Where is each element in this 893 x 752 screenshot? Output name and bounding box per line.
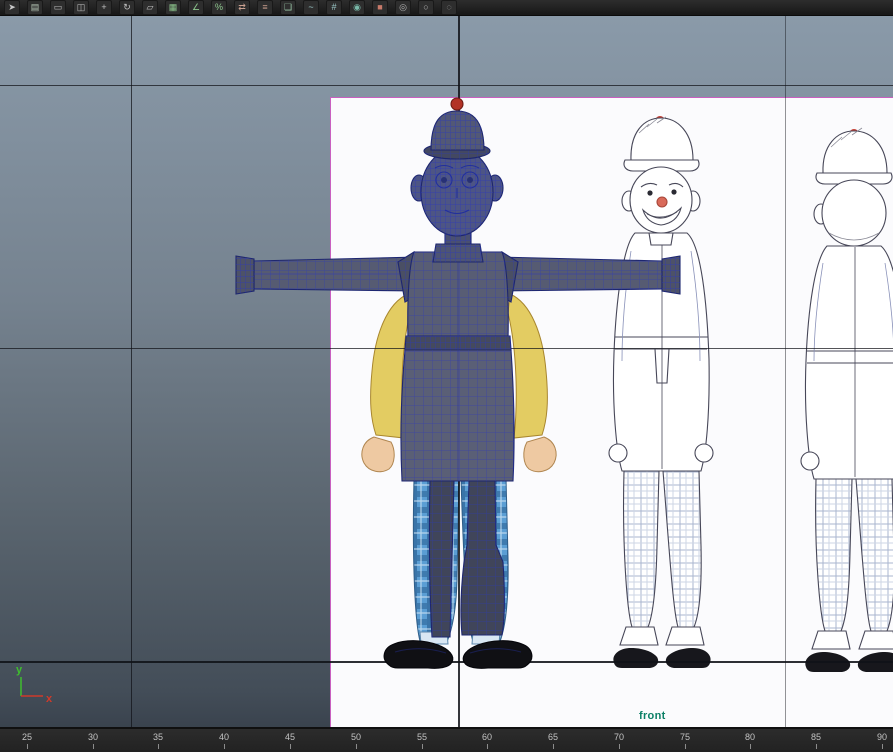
timeline-tick-label: 30	[87, 732, 99, 742]
timeline-tick-mark	[355, 744, 357, 749]
axis-y-label: y	[16, 664, 23, 676]
render-setup-icon[interactable]: ■	[372, 0, 388, 15]
timeline-tick-mark	[157, 744, 159, 749]
timeline-tick: 35	[153, 732, 163, 749]
timeline-ruler[interactable]: 25 30 35 40 45 50 55 60 65 70 75 80 85 9…	[0, 727, 893, 752]
timeline-tick-label: 40	[218, 732, 230, 742]
pivot-icon[interactable]: ◎	[395, 0, 411, 15]
snap-toggle-icon[interactable]: ▦	[165, 0, 181, 15]
timeline-tick: 25	[22, 732, 32, 749]
timeline-tick-mark	[881, 744, 883, 749]
lock-selection-icon[interactable]: ○	[418, 0, 434, 15]
move-icon[interactable]: +	[96, 0, 112, 15]
app-window: ➤ ▤ ▭ ◫ + ↻ ▱ ▦ ∠% ⇄ ≡ ❏ ~ # ◉ ■ ◎ ○ ◌ f…	[0, 0, 893, 752]
timeline-tick-label: 65	[547, 732, 559, 742]
timeline-tick-mark	[815, 744, 817, 749]
model-mesh	[235, 97, 681, 669]
material-editor-icon[interactable]: ◉	[349, 0, 365, 15]
layer-manager-icon[interactable]: ❏	[280, 0, 296, 15]
timeline-tick: 45	[285, 732, 295, 749]
axis-x-label: x	[46, 693, 53, 705]
timeline-tick-label: 60	[481, 732, 493, 742]
timeline-tick-mark	[421, 744, 423, 749]
timeline-tick-mark	[749, 744, 751, 749]
timeline-tick-label: 55	[416, 732, 428, 742]
timeline-tick: 55	[417, 732, 427, 749]
schematic-view-icon[interactable]: #	[326, 0, 342, 15]
axis-gizmo: y x	[16, 664, 53, 705]
mirror-icon[interactable]: ⇄	[234, 0, 250, 15]
timeline-tick: 85	[811, 732, 821, 749]
selection-region-icon[interactable]: ▭	[50, 0, 66, 15]
angle-snap-icon[interactable]: ∠	[188, 0, 204, 15]
rotate-icon[interactable]: ↻	[119, 0, 135, 15]
named-sets-icon[interactable]: ◌	[441, 0, 457, 15]
curve-editor-icon[interactable]: ~	[303, 0, 319, 15]
window-crossing-icon[interactable]: ◫	[73, 0, 89, 15]
timeline-tick-label: 35	[152, 732, 164, 742]
timeline-tick: 65	[548, 732, 558, 749]
toolbar: ➤ ▤ ▭ ◫ + ↻ ▱ ▦ ∠% ⇄ ≡ ❏ ~ # ◉ ■ ◎ ○ ◌	[0, 0, 893, 16]
timeline-tick-label: 75	[679, 732, 691, 742]
hat-topknot	[450, 97, 464, 111]
timeline-tick: 50	[351, 732, 361, 749]
timeline-tick-label: 45	[284, 732, 296, 742]
timeline-tick: 60	[482, 732, 492, 749]
timeline-tick-label: 25	[21, 732, 33, 742]
align-icon[interactable]: ≡	[257, 0, 273, 15]
timeline-tick-label: 85	[810, 732, 822, 742]
timeline-tick-mark	[486, 744, 488, 749]
timeline-tick-mark	[223, 744, 225, 749]
percent-snap-icon[interactable]: %	[211, 0, 227, 15]
timeline-tick-label: 50	[350, 732, 362, 742]
timeline-tick: 80	[745, 732, 755, 749]
timeline-tick-label: 80	[744, 732, 756, 742]
select-by-name-icon[interactable]: ▤	[27, 0, 43, 15]
timeline-tick-mark	[552, 744, 554, 749]
timeline-tick-mark	[618, 744, 620, 749]
select-object-icon[interactable]: ➤	[4, 0, 20, 15]
timeline-tick: 30	[88, 732, 98, 749]
character-model[interactable]	[0, 0, 893, 752]
timeline-tick: 75	[680, 732, 690, 749]
scale-icon[interactable]: ▱	[142, 0, 158, 15]
timeline-tick-label: 90	[876, 732, 888, 742]
timeline-tick-mark	[26, 744, 28, 749]
timeline-tick: 90	[877, 732, 887, 749]
timeline-tick: 40	[219, 732, 229, 749]
timeline-tick-mark	[684, 744, 686, 749]
timeline-tick-mark	[92, 744, 94, 749]
timeline-tick-mark	[289, 744, 291, 749]
timeline-tick-label: 70	[613, 732, 625, 742]
timeline-tick: 70	[614, 732, 624, 749]
